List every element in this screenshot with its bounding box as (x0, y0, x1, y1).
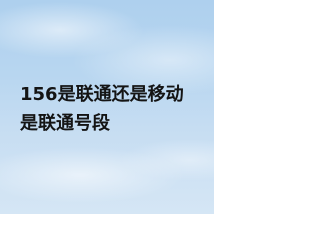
headline-line-2: 是联通号段 (20, 113, 110, 134)
headline-line-1: 156是联通还是移动 (20, 84, 184, 105)
headline-title: 156是联通还是移动 是联通号段 (20, 80, 214, 138)
